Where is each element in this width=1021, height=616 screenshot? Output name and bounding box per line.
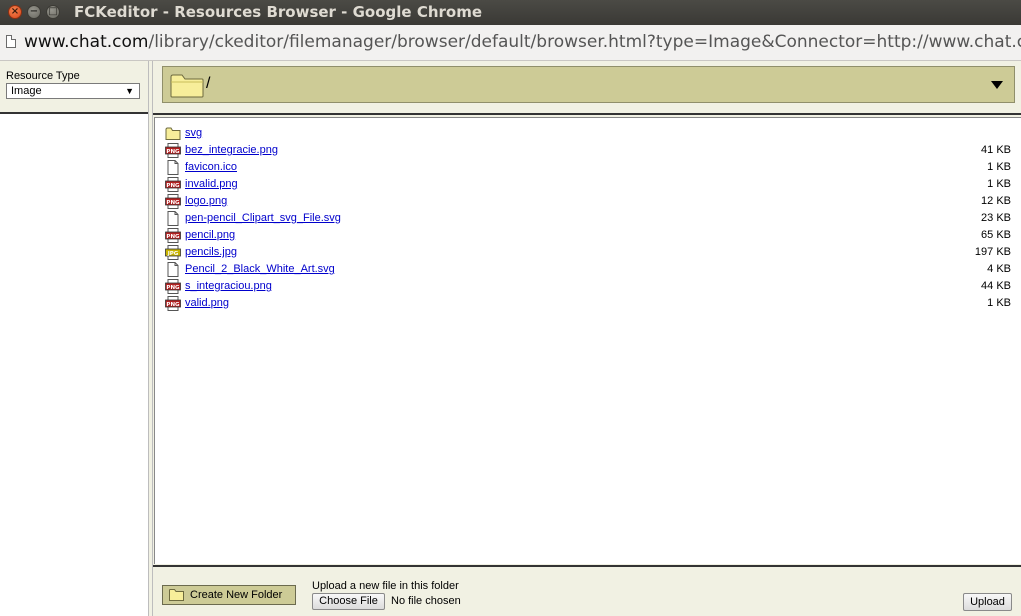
resource-type-label: Resource Type xyxy=(6,70,80,82)
maximize-icon: □ xyxy=(48,6,58,17)
file-size: 1 KB xyxy=(987,178,1011,190)
file-icon xyxy=(167,211,179,226)
url-path: /library/ckeditor/filemanager/browser/de… xyxy=(148,32,1021,52)
file-link[interactable]: pencils.jpg xyxy=(185,246,237,258)
file-size: 1 KB xyxy=(987,161,1011,173)
address-bar[interactable]: www.chat.com/library/ckeditor/filemanage… xyxy=(0,25,1021,61)
file-link[interactable]: favicon.ico xyxy=(185,161,237,173)
jpg-file-icon: JPG xyxy=(165,245,181,260)
dropdown-arrow-icon: ▼ xyxy=(125,86,134,96)
file-size: 23 KB xyxy=(981,212,1011,224)
file-link[interactable]: s_integraciou.png xyxy=(185,280,272,292)
file-row[interactable]: PNG valid.png 1 KB xyxy=(165,295,1011,312)
file-size: 41 KB xyxy=(981,144,1011,156)
folder-icon xyxy=(165,127,181,140)
folder-path: / xyxy=(206,75,211,92)
file-link[interactable]: logo.png xyxy=(185,195,227,207)
svg-text:PNG: PNG xyxy=(166,183,180,189)
window-close-button[interactable]: × xyxy=(8,5,22,19)
file-row[interactable]: JPG pencils.jpg 197 KB xyxy=(165,244,1011,261)
file-link[interactable]: invalid.png xyxy=(185,178,238,190)
file-size: 65 KB xyxy=(981,229,1011,241)
resource-type-select[interactable]: Image ▼ xyxy=(6,83,140,99)
svg-text:JPG: JPG xyxy=(167,251,179,257)
resource-type-frame: Resource Type Image ▼ xyxy=(0,61,149,616)
file-link[interactable]: bez_integracie.png xyxy=(185,144,278,156)
file-size: 12 KB xyxy=(981,195,1011,207)
no-file-chosen-text: No file chosen xyxy=(391,595,461,607)
url-text[interactable]: www.chat.com/library/ckeditor/filemanage… xyxy=(24,32,1021,52)
divider xyxy=(153,565,1021,567)
file-row[interactable]: PNG pencil.png 65 KB xyxy=(165,227,1011,244)
minimize-icon: − xyxy=(29,6,39,17)
upload-label: Upload a new file in this folder xyxy=(312,580,459,592)
divider xyxy=(153,113,1021,115)
png-file-icon: PNG xyxy=(165,228,181,243)
png-file-icon: PNG xyxy=(165,143,181,158)
file-row[interactable]: PNG s_integraciou.png 44 KB xyxy=(165,278,1011,295)
file-link[interactable]: pen-pencil_Clipart_svg_File.svg xyxy=(185,212,341,224)
page-icon xyxy=(6,35,16,48)
file-list: svg PNG bez_integracie.png 41 KB favicon.ico… xyxy=(154,117,1021,564)
resource-type-panel: Resource Type Image ▼ xyxy=(0,61,148,114)
folder-icon xyxy=(170,74,204,98)
folder-dropdown-icon[interactable] xyxy=(991,81,1003,89)
file-icon xyxy=(167,160,179,175)
png-file-icon: PNG xyxy=(165,194,181,209)
file-row[interactable]: PNG bez_integracie.png 41 KB xyxy=(165,142,1011,159)
file-size: 4 KB xyxy=(987,263,1011,275)
upload-panel: Create New Folder Upload a new file in t… xyxy=(153,568,1021,616)
file-row[interactable]: favicon.ico 1 KB xyxy=(165,159,1011,176)
window-title: FCKeditor - Resources Browser - Google C… xyxy=(74,3,483,21)
svg-text:PNG: PNG xyxy=(166,149,180,155)
url-host: www.chat.com xyxy=(24,32,149,52)
window-maximize-button[interactable]: □ xyxy=(46,5,60,19)
window-minimize-button[interactable]: − xyxy=(27,5,41,19)
png-file-icon: PNG xyxy=(165,279,181,294)
png-file-icon: PNG xyxy=(165,296,181,311)
file-link[interactable]: valid.png xyxy=(185,297,229,309)
resource-type-value: Image xyxy=(11,85,42,97)
create-new-folder-button[interactable]: Create New Folder xyxy=(162,585,296,605)
folder-link[interactable]: svg xyxy=(185,127,202,139)
file-link[interactable]: Pencil_2_Black_White_Art.svg xyxy=(185,263,335,275)
window-titlebar: × − □ FCKeditor - Resources Browser - Go… xyxy=(0,0,1021,25)
file-row[interactable]: PNG invalid.png 1 KB xyxy=(165,176,1011,193)
file-browser-frame: / svg PNG bez_integracie.png 41 KB favicon.i… xyxy=(153,61,1021,616)
folder-row[interactable]: svg xyxy=(165,125,1011,142)
svg-text:PNG: PNG xyxy=(166,285,180,291)
svg-text:PNG: PNG xyxy=(166,200,180,206)
choose-file-button[interactable]: Choose File xyxy=(312,593,385,610)
current-folder-bar[interactable]: / xyxy=(162,66,1015,103)
file-link[interactable]: pencil.png xyxy=(185,229,235,241)
file-row[interactable]: Pencil_2_Black_White_Art.svg 4 KB xyxy=(165,261,1011,278)
close-icon: × xyxy=(10,6,20,17)
file-icon xyxy=(167,262,179,277)
png-file-icon: PNG xyxy=(165,177,181,192)
file-size: 1 KB xyxy=(987,297,1011,309)
create-new-folder-label: Create New Folder xyxy=(190,589,283,601)
file-size: 44 KB xyxy=(981,280,1011,292)
file-row[interactable]: pen-pencil_Clipart_svg_File.svg 23 KB xyxy=(165,210,1011,227)
folder-icon xyxy=(169,589,184,601)
upload-button[interactable]: Upload xyxy=(963,593,1012,611)
file-row[interactable]: PNG logo.png 12 KB xyxy=(165,193,1011,210)
file-size: 197 KB xyxy=(974,246,1011,258)
svg-text:PNG: PNG xyxy=(166,302,180,308)
svg-text:PNG: PNG xyxy=(166,234,180,240)
